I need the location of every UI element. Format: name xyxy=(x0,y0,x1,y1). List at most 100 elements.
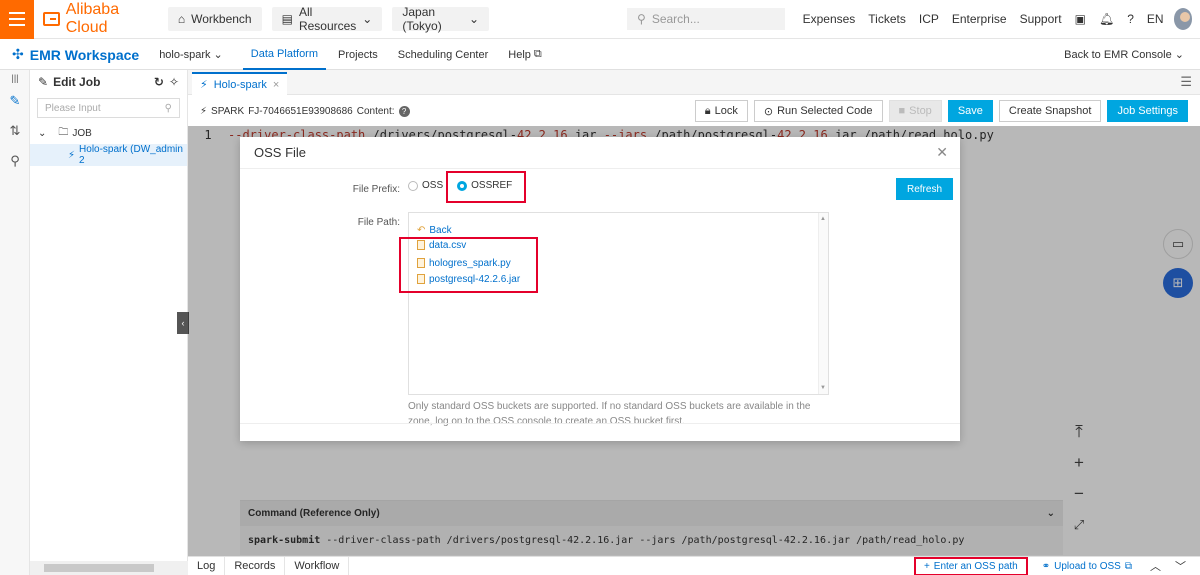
left-icon-rail: ||| ✎ ⇅ ⚲ xyxy=(0,70,30,575)
expenses-link[interactable]: Expenses xyxy=(803,12,856,26)
refresh-icon[interactable]: ↻ xyxy=(154,75,164,89)
tree-horizontal-scrollbar[interactable] xyxy=(30,561,188,575)
radio-oss[interactable]: OSS xyxy=(408,180,443,191)
global-search-input[interactable]: ⚲ Search... xyxy=(627,8,785,30)
tab-workflow-label: Workflow xyxy=(294,560,340,572)
scrollbar-thumb[interactable] xyxy=(44,564,154,572)
close-icon[interactable]: × xyxy=(273,79,279,91)
help-icon[interactable]: ? xyxy=(398,105,410,117)
lock-icon: 🔒︎ xyxy=(704,104,711,117)
job-tree-panel: ✎ Edit Job ↻ ✧ Please Input ⚲ ⌄ 🗀︎ JOB ⚡… xyxy=(30,70,188,575)
tickets-link[interactable]: Tickets xyxy=(868,12,906,26)
project-name: holo-spark xyxy=(159,48,211,61)
emr-title-text: EMR Workspace xyxy=(29,46,140,63)
run-selected-code-button[interactable]: ⊙ Run Selected Code xyxy=(753,100,883,122)
brand-name: Alibaba Cloud xyxy=(65,1,120,36)
icp-link[interactable]: ICP xyxy=(919,12,939,26)
bell-icon[interactable]: 🔔︎ xyxy=(1099,12,1114,26)
rail-collapse-icon[interactable]: ||| xyxy=(0,70,30,86)
job-settings-button[interactable]: Job Settings xyxy=(1107,100,1188,122)
back-arrow-icon: ↶ xyxy=(417,224,426,236)
alibaba-cloud-logo[interactable]: Alibaba Cloud xyxy=(42,1,148,37)
emr-navigation-bar: ✣ EMR Workspace holo-spark ⌄ Data Platfo… xyxy=(0,40,1200,70)
resources-icon: ▤ xyxy=(281,12,293,26)
folder-icon: 🗀︎ xyxy=(58,126,69,138)
scroll-up-icon[interactable]: ▲ xyxy=(820,216,826,222)
job-meta: ⚡︎ SPARK FJ-7046651E93908686 Content: ? xyxy=(200,105,410,117)
search-placeholder: Search... xyxy=(651,12,700,26)
project-switcher[interactable]: holo-spark ⌄ xyxy=(159,40,223,70)
back-label: Back xyxy=(429,224,452,236)
refresh-button[interactable]: Refresh xyxy=(896,178,954,200)
enterprise-link[interactable]: Enterprise xyxy=(952,12,1007,26)
emr-workspace-title[interactable]: ✣ EMR Workspace xyxy=(12,46,139,63)
language-switch[interactable]: EN xyxy=(1147,12,1164,26)
tab-label: Holo-spark xyxy=(213,78,267,91)
upload-to-oss-link[interactable]: ⚭ Upload to OSS ⧉ xyxy=(1034,557,1140,575)
back-link[interactable]: ↶ Back xyxy=(417,222,452,238)
job-id: FJ-7046651E93908686 xyxy=(248,105,353,117)
chevron-down-icon[interactable]: ﹀ xyxy=(1171,558,1190,574)
file-path-label: File Path: xyxy=(357,217,400,228)
support-link[interactable]: Support xyxy=(1020,12,1062,26)
chevron-down-icon: ⌄ xyxy=(213,49,223,61)
save-button[interactable]: Save xyxy=(947,100,993,122)
tree-header: ✎ Edit Job ↻ ✧ xyxy=(30,70,187,94)
highlight-box-files xyxy=(399,237,538,293)
close-icon[interactable]: ✕ xyxy=(936,144,948,161)
external-link-icon: ⧉ xyxy=(533,48,542,60)
nav-data-platform[interactable]: Data Platform xyxy=(242,40,327,70)
menu-icon[interactable] xyxy=(0,0,34,39)
enter-oss-path-button[interactable]: + Enter an OSS path xyxy=(913,556,1028,575)
all-resources-dropdown[interactable]: ▤ All Resources ⌄ xyxy=(271,5,383,33)
search-icon[interactable]: ⚲ xyxy=(0,146,30,176)
tree-search-input[interactable]: Please Input ⚲ xyxy=(37,98,180,118)
tree-folder-job[interactable]: ⌄ 🗀︎ JOB xyxy=(30,122,187,144)
alibaba-logo-icon xyxy=(42,12,60,26)
chevron-down-icon: ⌄ xyxy=(38,127,47,139)
search-icon: ⚲ xyxy=(164,102,172,114)
scroll-down-icon[interactable]: ▼ xyxy=(820,385,826,391)
nav-scheduling-center[interactable]: Scheduling Center xyxy=(398,40,489,70)
file-list-scrollbar[interactable]: ▲ ▼ xyxy=(818,213,828,394)
avatar[interactable] xyxy=(1173,8,1192,30)
stop-button[interactable]: ■ Stop xyxy=(888,100,942,122)
tab-log[interactable]: Log xyxy=(188,556,226,575)
folder-label: JOB xyxy=(72,127,92,139)
tab-records[interactable]: Records xyxy=(225,556,286,575)
tab-records-label: Records xyxy=(234,560,276,572)
edit-icon: ✎ xyxy=(38,75,49,89)
oss-file-dialog: OSS File ✕ File Prefix: OSS OSSREF Refre… xyxy=(240,137,960,441)
create-snapshot-button[interactable]: Create Snapshot xyxy=(998,100,1102,122)
toolbar-buttons: 🔒︎ Lock ⊙ Run Selected Code ■ Stop Save Cre… xyxy=(694,100,1188,122)
play-icon: ⊙ xyxy=(763,105,774,118)
tab-log-label: Log xyxy=(197,560,216,572)
edit-job-icon[interactable]: ✎ xyxy=(0,86,30,116)
dialog-header: OSS File ✕ xyxy=(240,137,960,169)
tree-item-holo-spark[interactable]: ⚡︎ Holo-spark (DW_admin 2 xyxy=(30,144,187,166)
run-label: Run Selected Code xyxy=(777,105,873,117)
chevron-up-icon[interactable]: ︿ xyxy=(1146,558,1165,574)
workbench-button[interactable]: ⌂ Workbench xyxy=(167,7,262,31)
pin-icon[interactable]: ✧ xyxy=(169,75,179,89)
region-dropdown[interactable]: Japan (Tokyo) ⌄ xyxy=(392,5,490,33)
refresh-label: Refresh xyxy=(907,183,943,195)
spark-job-icon: ⚡︎ xyxy=(68,149,76,161)
tab-holo-spark[interactable]: ⚡︎ Holo-spark × xyxy=(192,72,288,95)
tab-menu-icon[interactable]: ☰ xyxy=(1180,74,1192,90)
nav-projects-label: Projects xyxy=(338,48,378,61)
bottom-actions: + Enter an OSS path ⚭ Upload to OSS ⧉ ︿ … xyxy=(913,556,1200,575)
emr-logo-icon: ✣ xyxy=(12,46,24,62)
chevron-down-icon: ⌄ xyxy=(362,12,373,26)
terminal-icon[interactable]: ▣ xyxy=(1075,12,1086,26)
editor-tab-bar: ⚡︎ Holo-spark × ☰ xyxy=(188,70,1200,95)
nav-projects[interactable]: Projects xyxy=(338,40,378,70)
radio-unchecked-icon xyxy=(408,180,418,191)
highlight-box-prefix xyxy=(446,171,526,203)
help-icon[interactable]: ? xyxy=(1127,12,1134,26)
back-to-console-link[interactable]: Back to EMR Console ⌄ xyxy=(1064,48,1184,61)
nav-help[interactable]: Help ⧉ xyxy=(508,40,541,70)
workflow-icon[interactable]: ⇅ xyxy=(0,116,30,146)
tab-workflow[interactable]: Workflow xyxy=(285,556,350,575)
lock-button[interactable]: 🔒︎ Lock xyxy=(694,100,748,122)
